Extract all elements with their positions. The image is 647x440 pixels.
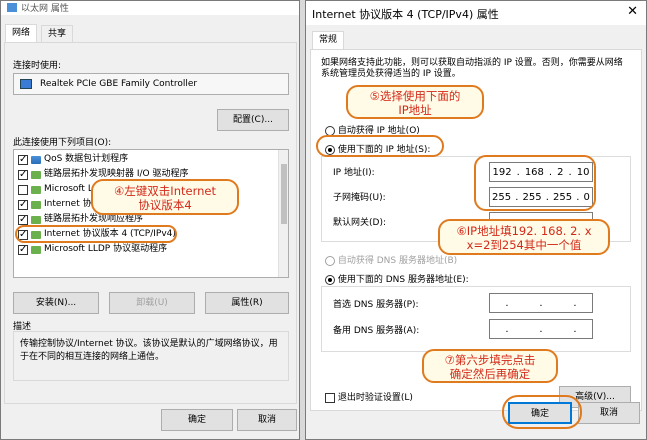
scrollbar-thumb[interactable] [281, 164, 287, 224]
ipv4-properties-window: Internet 协议版本 4 (TCP/IPv4) 属性 ✕ 常规 如果网络支… [305, 0, 647, 440]
ip-address-label: IP 地址(I): [333, 168, 375, 178]
auto-dns-radio [325, 255, 335, 266]
item-checkbox[interactable] [18, 198, 28, 211]
item-checkbox[interactable] [18, 213, 28, 226]
left-titlebar: 以太网 属性 [1, 1, 299, 15]
tab-general[interactable]: 常规 [312, 31, 345, 49]
validate-option[interactable]: 退出时验证设置(L) [325, 390, 413, 403]
subnet-mask-label: 子网掩码(U): [333, 193, 386, 203]
auto-ip-radio[interactable] [325, 125, 335, 136]
right-titlebar: Internet 协议版本 4 (TCP/IPv4) 属性 ✕ [306, 1, 646, 25]
protocol-icon [31, 200, 41, 209]
gateway-label: 默认网关(D): [333, 218, 386, 228]
network-service-icon [31, 155, 41, 164]
use-dns-radio[interactable] [325, 274, 335, 285]
right-window-title: Internet 协议版本 4 (TCP/IPv4) 属性 [312, 8, 499, 21]
close-icon[interactable]: ✕ [627, 4, 638, 19]
ok-button-highlight [502, 395, 582, 429]
configure-button[interactable]: 配置(C)... [217, 109, 289, 131]
validate-label: 退出时验证设置(L) [337, 393, 413, 403]
left-tab-panel: 连接时使用: Realtek PCIe GBE Family Controlle… [4, 42, 297, 404]
auto-dns-option: 自动获得 DNS 服务器地址(B) [325, 253, 457, 266]
callout-step5-text: ⑤选择使用下面的 IP地址 [369, 89, 461, 117]
network-icon [7, 3, 17, 12]
item-checkbox[interactable] [18, 184, 28, 195]
use-dns-option[interactable]: 使用下面的 DNS 服务器地址(E): [325, 272, 469, 285]
auto-dns-label: 自动获得 DNS 服务器地址(B) [337, 256, 458, 266]
item-checkbox[interactable] [18, 168, 28, 181]
ip-fields-highlight [474, 155, 596, 211]
use-dns-label: 使用下面的 DNS 服务器地址(E): [337, 275, 469, 285]
description-box: 传输控制协议/Internet 协议。该协议是默认的广域网络协议，用于在不同的相… [13, 331, 289, 381]
preferred-dns-field[interactable]: ... [489, 293, 593, 313]
install-button[interactable]: 安装(N)... [13, 292, 99, 314]
callout-step6: ⑥IP地址填192. 168. 2. x x=2到254其中一个值 [438, 219, 610, 255]
item-checkbox[interactable] [18, 153, 28, 166]
properties-button[interactable]: 属性(R) [205, 292, 289, 314]
adapter-box: Realtek PCIe GBE Family Controller [13, 73, 289, 95]
connect-using-label: 连接时使用: [13, 61, 62, 71]
tab-network[interactable]: 网络 [5, 24, 38, 42]
validate-checkbox[interactable] [325, 392, 335, 403]
left-ok-button[interactable]: 确定 [161, 409, 233, 431]
item-label: QoS 数据包计划程序 [44, 154, 129, 164]
left-window-title: 以太网 属性 [21, 4, 69, 14]
callout-step4: ④左键双击Internet 协议版本4 [91, 179, 239, 215]
list-item[interactable]: Internet 协 [18, 198, 92, 211]
protocol-icon [31, 245, 41, 254]
callout-step4-text: ④左键双击Internet 协议版本4 [114, 184, 216, 212]
items-label: 此连接使用下列项目(O): [13, 138, 112, 148]
item-label: Microsoft LLDP 协议驱动程序 [44, 244, 168, 254]
ipv4-item-highlight [15, 225, 177, 243]
use-ip-highlight [316, 135, 444, 157]
protocol-icon [31, 170, 41, 179]
intro-text: 如果网络支持此功能，则可以获取自动指派的 IP 设置。否则，你需要从网络系统管理… [321, 58, 623, 79]
callout-step7: ⑦第六步填完点击 确定然后再确定 [422, 349, 558, 383]
tab-sharing[interactable]: 共享 [41, 25, 74, 43]
description-text: 传输控制协议/Internet 协议。该协议是默认的广域网络协议，用于在不同的相… [20, 339, 278, 362]
callout-step6-text: ⑥IP地址填192. 168. 2. x x=2到254其中一个值 [456, 224, 592, 252]
alternate-dns-label: 备用 DNS 服务器(A): [333, 326, 420, 336]
adapter-name: Realtek PCIe GBE Family Controller [40, 79, 198, 89]
ethernet-properties-window: 以太网 属性 网络 共享 连接时使用: Realtek PCIe GBE Fam… [0, 0, 300, 440]
right-cancel-button[interactable]: 取消 [578, 402, 640, 424]
item-label: Internet 协 [44, 199, 92, 209]
list-item[interactable]: Microsoft L [18, 183, 93, 196]
item-checkbox[interactable] [18, 243, 28, 256]
callout-step7-text: ⑦第六步填完点击 确定然后再确定 [444, 353, 536, 381]
list-item[interactable]: Microsoft LLDP 协议驱动程序 [18, 243, 167, 256]
alternate-dns-field[interactable]: ... [489, 319, 593, 339]
preferred-dns-label: 首选 DNS 服务器(P): [333, 300, 419, 310]
uninstall-button: 卸载(U) [109, 292, 195, 314]
callout-step5: ⑤选择使用下面的 IP地址 [346, 85, 484, 119]
left-cancel-button[interactable]: 取消 [237, 409, 297, 431]
item-label: Microsoft L [44, 184, 93, 194]
protocol-icon [31, 215, 41, 224]
protocol-icon [31, 185, 41, 194]
list-item[interactable]: QoS 数据包计划程序 [18, 153, 128, 166]
adapter-icon [20, 79, 32, 89]
list-scrollbar[interactable] [278, 150, 288, 277]
